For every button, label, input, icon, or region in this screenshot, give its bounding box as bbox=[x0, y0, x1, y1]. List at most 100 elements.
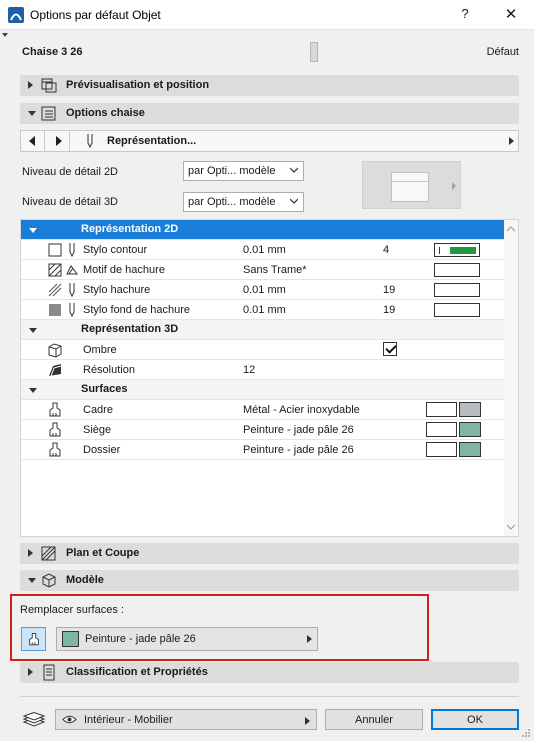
row-value[interactable]: Peinture - jade pâle 26 bbox=[243, 444, 354, 456]
detail-3d-value: par Opti... modèle bbox=[188, 196, 276, 208]
fill-type-icon bbox=[66, 265, 78, 275]
collapse-icon bbox=[29, 328, 37, 333]
layer-name: Intérieur - Mobilier bbox=[84, 714, 173, 726]
pen-color-fill bbox=[450, 247, 476, 254]
row-value: Sans Trame* bbox=[243, 264, 307, 276]
detail-3d-label: Niveau de détail 3D bbox=[22, 196, 119, 208]
object-name: Chaise 3 26 bbox=[22, 46, 83, 58]
cancel-button[interactable]: Annuler bbox=[325, 709, 423, 730]
previous-page-button[interactable] bbox=[21, 131, 45, 151]
surface-empty-swatch[interactable] bbox=[426, 422, 457, 437]
panel-chair-options[interactable]: Options chaise bbox=[20, 103, 519, 124]
pen-weight-mark bbox=[439, 247, 440, 254]
hatch-lines-icon bbox=[48, 283, 62, 297]
table-row[interactable]: Motif de hachure Sans Trame* bbox=[21, 260, 505, 280]
row-name: Ombre bbox=[83, 344, 117, 356]
document-list-icon bbox=[43, 664, 55, 681]
panel-label: Prévisualisation et position bbox=[66, 79, 210, 91]
section-rep2d[interactable]: Représentation 2D bbox=[21, 220, 505, 240]
chevron-up-icon[interactable] bbox=[507, 225, 515, 233]
footer-divider bbox=[20, 696, 519, 697]
pen-icon bbox=[69, 283, 75, 298]
model-cube-icon bbox=[42, 573, 56, 588]
section-surfaces[interactable]: Surfaces bbox=[21, 380, 505, 400]
surface-dropdown[interactable]: Peinture - jade pâle 26 bbox=[56, 627, 318, 651]
next-page-button[interactable] bbox=[46, 131, 70, 151]
layer-dropdown[interactable]: Intérieur - Mobilier bbox=[55, 709, 317, 730]
panel-classification[interactable]: Classification et Propriétés bbox=[20, 662, 519, 683]
panel-model[interactable]: Modèle bbox=[20, 570, 519, 591]
hatch-swatch[interactable] bbox=[434, 263, 480, 277]
surface-empty-swatch[interactable] bbox=[426, 402, 457, 417]
table-row[interactable]: Siège Peinture - jade pâle 26 bbox=[21, 420, 505, 440]
row-pen-number: 4 bbox=[383, 244, 390, 256]
chevron-down-icon[interactable] bbox=[507, 523, 515, 531]
table-row[interactable]: Dossier Peinture - jade pâle 26 bbox=[21, 440, 505, 460]
preview-thumbnail[interactable] bbox=[362, 161, 461, 209]
title-bar: Options par défaut Objet ? ✕ bbox=[0, 0, 534, 30]
section-rep3d[interactable]: Représentation 3D bbox=[21, 320, 505, 340]
table-scrollbar[interactable] bbox=[504, 220, 518, 536]
panel-preview-position[interactable]: Prévisualisation et position bbox=[20, 75, 519, 96]
pen-icon bbox=[87, 134, 93, 149]
row-value[interactable]: Peinture - jade pâle 26 bbox=[243, 424, 354, 436]
splitter-handle[interactable] bbox=[310, 42, 318, 62]
row-name: Stylo contour bbox=[83, 244, 148, 256]
row-value[interactable]: 12 bbox=[243, 364, 255, 376]
row-value: 0.01 mm bbox=[243, 244, 286, 256]
row-value[interactable]: Métal - Acier inoxydable bbox=[243, 404, 360, 416]
plan-section-icon bbox=[41, 546, 56, 561]
table-row[interactable]: Stylo fond de hachure 0.01 mm 19 bbox=[21, 300, 505, 320]
table-row[interactable]: Stylo contour 0.01 mm 4 bbox=[21, 240, 505, 260]
paint-brush-icon bbox=[49, 422, 61, 437]
replace-surfaces-toggle[interactable] bbox=[21, 627, 46, 651]
dropdown-arrow-icon bbox=[307, 635, 312, 643]
paint-brush-icon bbox=[49, 442, 61, 457]
collapse-icon bbox=[29, 388, 37, 393]
collapse-icon bbox=[29, 228, 37, 233]
preview-arrow-icon bbox=[452, 182, 456, 190]
detail-3d-dropdown[interactable]: par Opti... modèle bbox=[183, 192, 304, 212]
row-value: 0.01 mm bbox=[243, 284, 286, 296]
row-name: Cadre bbox=[83, 404, 113, 416]
panel-plan-section[interactable]: Plan et Coupe bbox=[20, 543, 519, 564]
resize-grip-icon[interactable] bbox=[521, 728, 531, 738]
table-row[interactable]: Stylo hachure 0.01 mm 19 bbox=[21, 280, 505, 300]
table-row[interactable]: Résolution 12 bbox=[21, 360, 505, 380]
surface-color-swatch[interactable] bbox=[459, 402, 481, 417]
surface-empty-swatch[interactable] bbox=[426, 442, 457, 457]
default-label: Défaut bbox=[486, 46, 519, 58]
pen-icon bbox=[69, 303, 75, 318]
pen-color-swatch[interactable] bbox=[434, 283, 480, 297]
replace-surfaces-label: Remplacer surfaces : bbox=[20, 604, 124, 616]
pen-color-swatch[interactable] bbox=[434, 243, 480, 257]
page-navigator: Représentation... bbox=[20, 130, 519, 152]
arrow-right-icon bbox=[56, 136, 62, 146]
surface-color-swatch[interactable] bbox=[459, 442, 481, 457]
chevron-down-icon bbox=[290, 198, 298, 204]
filled-square-icon bbox=[49, 304, 61, 316]
close-button[interactable]: ✕ bbox=[500, 5, 522, 25]
page-menu-arrow-icon[interactable] bbox=[509, 137, 514, 145]
panel-label: Plan et Coupe bbox=[66, 547, 140, 559]
surface-color-swatch[interactable] bbox=[459, 422, 481, 437]
pen-color-swatch[interactable] bbox=[434, 303, 480, 317]
surface-color-swatch bbox=[62, 631, 79, 647]
row-name: Stylo fond de hachure bbox=[83, 304, 191, 316]
row-name: Siège bbox=[83, 424, 112, 436]
detail-2d-dropdown[interactable]: par Opti... modèle bbox=[183, 161, 304, 181]
corner-marker-icon bbox=[2, 33, 8, 37]
table-row[interactable]: Cadre Métal - Acier inoxydable bbox=[21, 400, 505, 420]
ok-button[interactable]: OK bbox=[431, 709, 519, 730]
arrow-left-icon bbox=[29, 136, 35, 146]
row-name: Dossier bbox=[83, 444, 121, 456]
shadow-checkbox[interactable] bbox=[383, 342, 397, 356]
row-name: Résolution bbox=[83, 364, 135, 376]
paint-brush-icon bbox=[49, 402, 61, 417]
help-button[interactable]: ? bbox=[455, 6, 475, 24]
page-selector[interactable]: Représentation... bbox=[107, 135, 196, 147]
hatch-pattern-icon bbox=[48, 263, 62, 277]
table-row[interactable]: Ombre bbox=[21, 340, 505, 360]
parameter-table: Représentation 2D Stylo contour 0.01 mm … bbox=[20, 219, 519, 537]
panel-label: Options chaise bbox=[66, 107, 145, 119]
